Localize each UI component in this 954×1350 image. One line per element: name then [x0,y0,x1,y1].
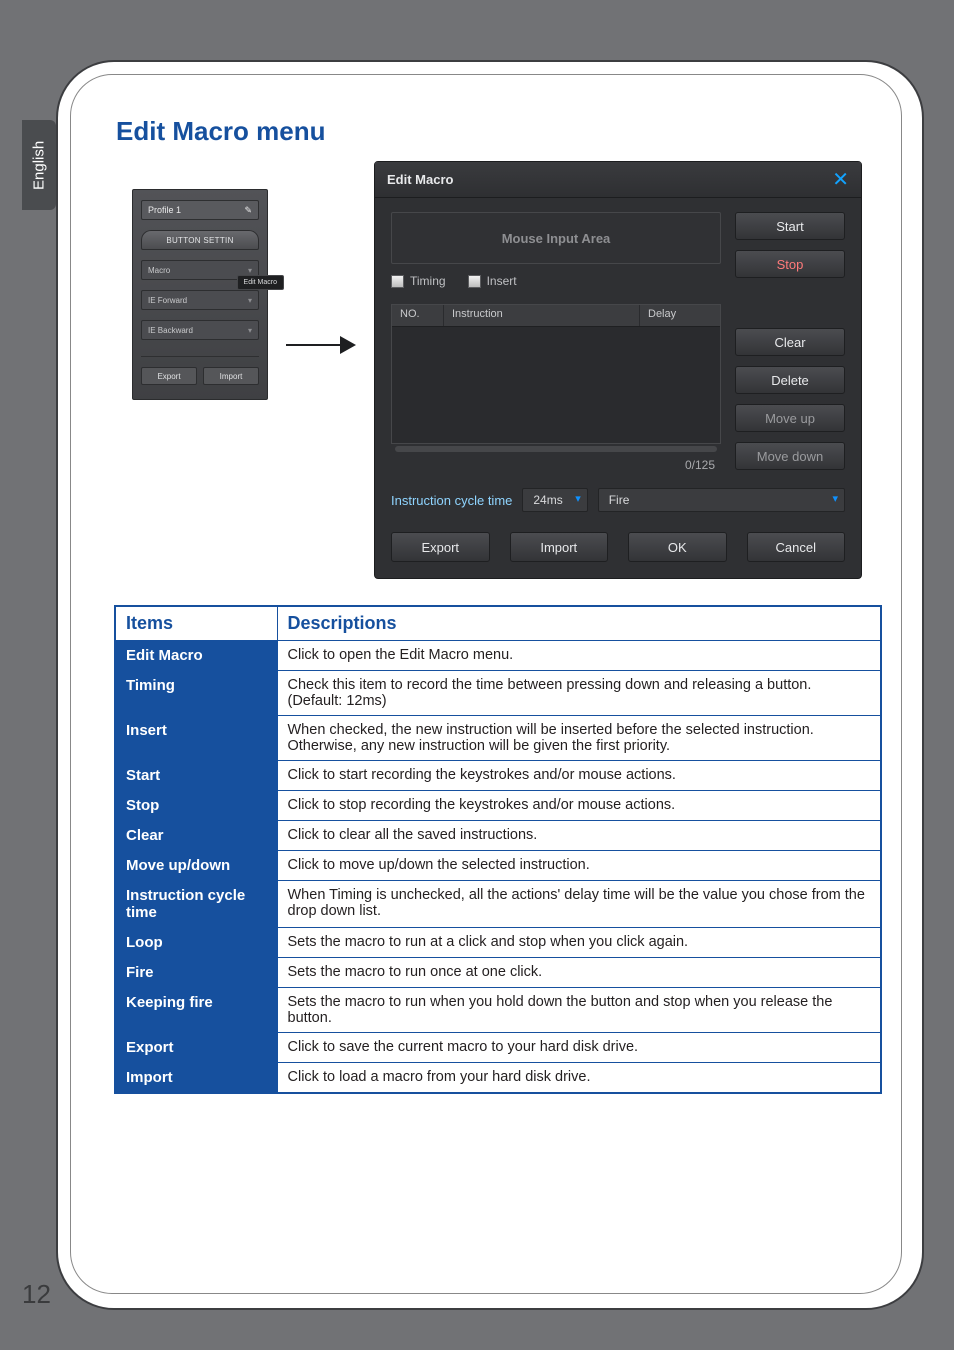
item-cell: Edit Macro [115,641,277,671]
window-titlebar: Edit Macro ✕ [375,162,861,198]
assign-label: Macro [148,266,170,275]
import-button[interactable]: Import [510,532,609,562]
desc-cell: Click to move up/down the selected instr… [277,851,881,881]
item-cell: Move up/down [115,851,277,881]
desc-cell: Click to load a macro from your hard dis… [277,1063,881,1094]
language-tab: English [22,120,56,210]
col-delay: Delay [640,305,720,326]
profile-label: Profile 1 [148,205,181,215]
checkbox-icon [391,275,404,288]
desc-cell: Sets the macro to run at a click and sto… [277,928,881,958]
desc-cell: Click to clear all the saved instruction… [277,821,881,851]
table-row: Instruction cycle timeWhen Timing is unc… [115,881,881,928]
clear-button[interactable]: Clear [735,328,845,356]
item-cell: Stop [115,791,277,821]
table-row: InsertWhen checked, the new instruction … [115,716,881,761]
table-row: StopClick to stop recording the keystrok… [115,791,881,821]
timing-checkbox[interactable]: Timing [391,274,446,288]
stop-button[interactable]: Stop [735,250,845,278]
item-cell: Loop [115,928,277,958]
chevron-down-icon: ▾ [248,326,252,335]
item-cell: Clear [115,821,277,851]
edit-macro-window: Edit Macro ✕ Mouse Input Area Timing [374,161,862,579]
header-descriptions: Descriptions [277,606,881,641]
mouse-input-area[interactable]: Mouse Input Area [391,212,721,264]
chevron-down-icon: ▾ [248,296,252,305]
description-table: Items Descriptions Edit MacroClick to op… [114,605,882,1094]
mode-dropdown[interactable]: Fire [598,488,845,512]
assign-label: IE Forward [148,296,187,305]
move-down-button[interactable]: Move down [735,442,845,470]
table-row: Edit MacroClick to open the Edit Macro m… [115,641,881,671]
item-cell: Fire [115,958,277,988]
item-cell: Timing [115,671,277,716]
desc-cell: Click to save the current macro to your … [277,1033,881,1063]
timing-label: Timing [410,274,446,288]
tab-button-settings[interactable]: BUTTON SETTIN [141,230,259,250]
item-cell: Export [115,1033,277,1063]
start-button[interactable]: Start [735,212,845,240]
header-items: Items [115,606,277,641]
delete-button[interactable]: Delete [735,366,845,394]
table-row: ExportClick to save the current macro to… [115,1033,881,1063]
export-button[interactable]: Export [391,532,490,562]
table-row: Keeping fireSets the macro to run when y… [115,988,881,1033]
button-settings-panel: Profile 1 ✎ BUTTON SETTIN Macro ▾ Edit M… [132,189,268,400]
desc-cell: Sets the macro to run when you hold down… [277,988,881,1033]
item-cell: Import [115,1063,277,1094]
table-row: LoopSets the macro to run at a click and… [115,928,881,958]
divider [141,356,259,357]
desc-cell: Click to start recording the keystrokes … [277,761,881,791]
submenu-edit-macro[interactable]: Edit Macro [237,275,284,290]
table-row: ImportClick to load a macro from your ha… [115,1063,881,1094]
move-up-button[interactable]: Move up [735,404,845,432]
page: English Edit Macro menu Profile 1 ✎ BUTT… [0,0,954,1350]
insert-checkbox[interactable]: Insert [468,274,517,288]
table-row: TimingCheck this item to record the time… [115,671,881,716]
instruction-count: 0/125 [391,452,721,472]
col-no: NO. [392,305,444,326]
screenshots-row: Profile 1 ✎ BUTTON SETTIN Macro ▾ Edit M… [114,161,882,579]
cancel-button[interactable]: Cancel [747,532,846,562]
cycle-time-dropdown[interactable]: 24ms [522,488,587,512]
page-number: 12 [22,1279,51,1310]
window-title: Edit Macro [387,172,453,187]
item-cell: Instruction cycle time [115,881,277,928]
insert-label: Insert [487,274,517,288]
table-row: FireSets the macro to run once at one cl… [115,958,881,988]
assign-ie-forward-dropdown[interactable]: IE Forward ▾ [141,290,259,310]
mini-export-button[interactable]: Export [141,367,197,385]
table-header: NO. Instruction Delay [392,305,720,327]
desc-cell: When Timing is unchecked, all the action… [277,881,881,928]
close-icon[interactable]: ✕ [832,167,849,192]
instruction-table[interactable]: NO. Instruction Delay [391,304,721,444]
desc-cell: Sets the macro to run once at one click. [277,958,881,988]
chevron-down-icon: ▾ [248,266,252,275]
item-cell: Keeping fire [115,988,277,1033]
desc-cell: Click to stop recording the keystrokes a… [277,791,881,821]
assign-macro-dropdown[interactable]: Macro ▾ Edit Macro [141,260,259,280]
table-row: Move up/downClick to move up/down the se… [115,851,881,881]
item-cell: Insert [115,716,277,761]
assign-label: IE Backward [148,326,193,335]
item-cell: Start [115,761,277,791]
cycle-time-label: Instruction cycle time [391,493,512,508]
desc-cell: When checked, the new instruction will b… [277,716,881,761]
mini-import-button[interactable]: Import [203,367,259,385]
desc-cell: Click to open the Edit Macro menu. [277,641,881,671]
edit-icon[interactable]: ✎ [244,205,252,216]
ok-button[interactable]: OK [628,532,727,562]
col-instruction: Instruction [444,305,640,326]
section-title: Edit Macro menu [116,116,882,147]
profile-chip[interactable]: Profile 1 ✎ [141,200,259,220]
table-row: StartClick to start recording the keystr… [115,761,881,791]
assign-ie-backward-dropdown[interactable]: IE Backward ▾ [141,320,259,340]
table-row: ClearClick to clear all the saved instru… [115,821,881,851]
page-sheet: Edit Macro menu Profile 1 ✎ BUTTON SETTI… [56,60,924,1310]
arrow-right-icon [286,341,356,349]
checkbox-icon [468,275,481,288]
desc-cell: Check this item to record the time betwe… [277,671,881,716]
